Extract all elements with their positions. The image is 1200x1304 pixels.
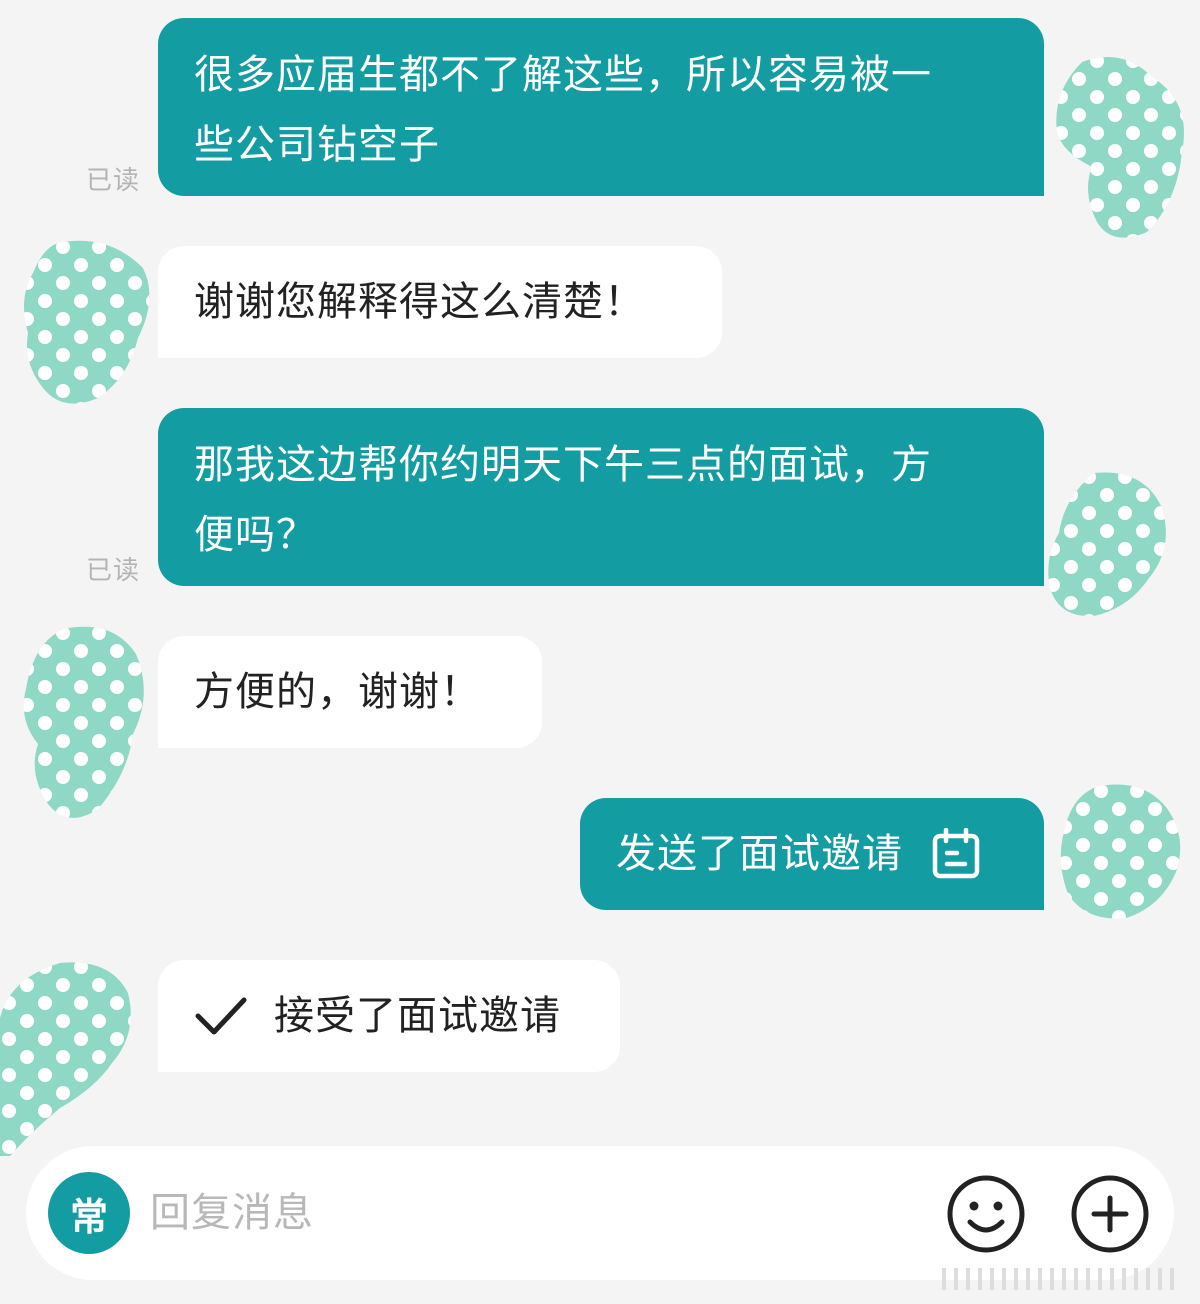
message-text: 方便的，谢谢！	[194, 669, 481, 715]
smiley-icon[interactable]	[946, 1174, 1026, 1254]
user-avatar[interactable]	[1056, 782, 1186, 922]
interview-invite-accepted-bubble[interactable]: 接受了面试邀请	[158, 960, 620, 1072]
common-phrases-button[interactable]: 常	[48, 1172, 130, 1254]
user-avatar[interactable]	[1044, 468, 1174, 618]
message-input-bar: 常	[26, 1146, 1174, 1280]
message-text-line: 些公司钻空子	[194, 122, 440, 168]
interview-invite-sent-bubble[interactable]: 发送了面试邀请	[580, 798, 1044, 910]
watermark-decoration	[942, 1268, 1174, 1290]
message-bubble-incoming[interactable]: 谢谢您解释得这么清楚！	[158, 246, 722, 358]
calendar-icon	[932, 828, 980, 879]
message-text-line: 很多应届生都不了解这些，所以容易被一	[194, 52, 932, 98]
contact-avatar[interactable]	[0, 958, 135, 1158]
chat-message-list[interactable]: 很多应届生都不了解这些，所以容易被一 些公司钻空子 已读 谢谢您解释得这么清楚！…	[0, 0, 1200, 1156]
read-receipt: 已读	[86, 166, 141, 196]
contact-avatar[interactable]	[18, 238, 158, 408]
message-bubble-outgoing[interactable]: 那我这边帮你约明天下午三点的面试，方 便吗？	[158, 408, 1044, 586]
message-bubble-incoming[interactable]: 方便的，谢谢！	[158, 636, 542, 748]
message-text: 发送了面试邀请	[616, 831, 903, 877]
message-text: 谢谢您解释得这么清楚！	[194, 279, 645, 325]
reply-message-input[interactable]	[150, 1176, 830, 1250]
message-bubble-outgoing[interactable]: 很多应届生都不了解这些，所以容易被一 些公司钻空子	[158, 18, 1044, 196]
read-receipt: 已读	[86, 556, 141, 586]
message-text: 接受了面试邀请	[274, 993, 561, 1039]
message-text-line: 那我这边帮你约明天下午三点的面试，方	[194, 442, 932, 488]
checkmark-icon	[195, 997, 247, 1035]
user-avatar[interactable]	[1052, 52, 1192, 242]
contact-avatar[interactable]	[18, 624, 148, 824]
message-text-line: 便吗？	[194, 512, 317, 558]
plus-circle-icon[interactable]	[1070, 1174, 1150, 1254]
common-phrases-label: 常	[69, 1194, 108, 1239]
